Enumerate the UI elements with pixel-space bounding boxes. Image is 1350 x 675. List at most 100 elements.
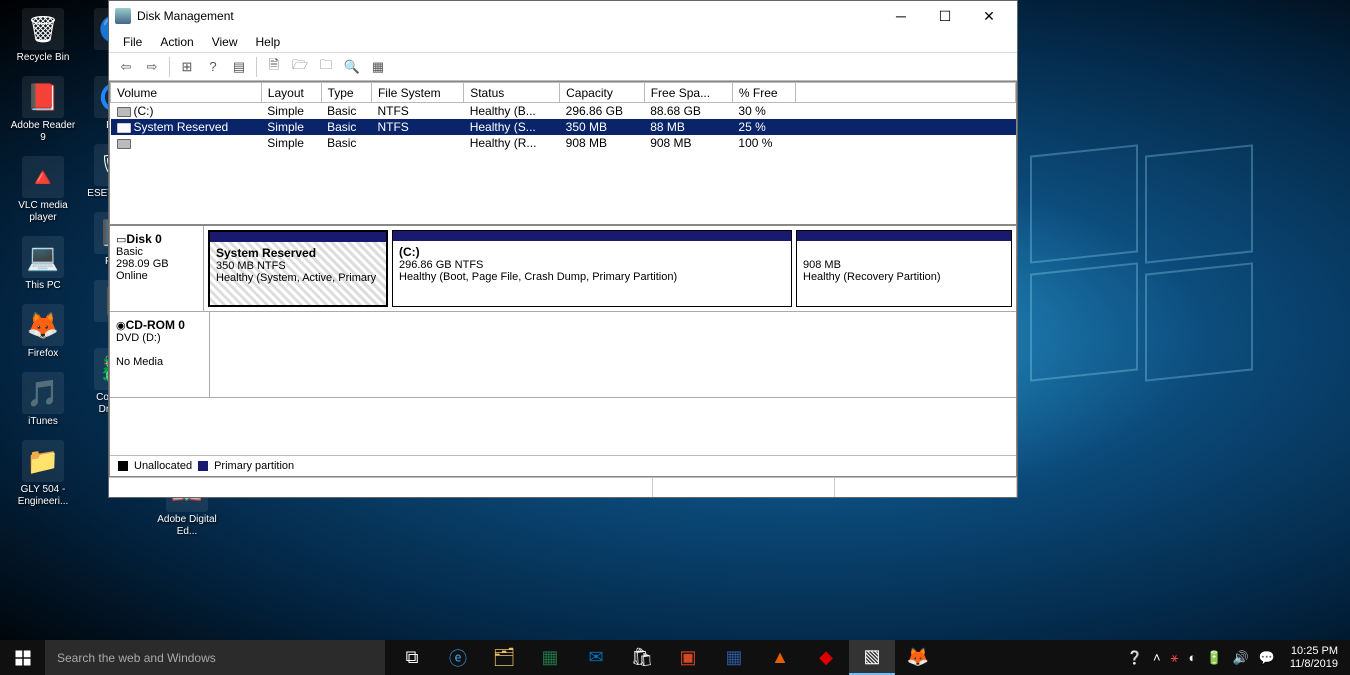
help-tray-icon[interactable]: ❔ — [1124, 650, 1146, 666]
desktop-icon-firefox[interactable]: 🦊Firefox — [8, 304, 78, 360]
volume-row[interactable]: SimpleBasicHealthy (R...908 MB908 MB100 … — [111, 135, 1016, 151]
settings-icon[interactable]: ▦ — [367, 56, 389, 78]
col-header[interactable]: Free Spa... — [644, 83, 732, 103]
wifi-icon[interactable]: ⚹ — [1168, 650, 1182, 666]
clock-date: 11/8/2019 — [1290, 658, 1338, 671]
disk-status: Online — [116, 270, 148, 282]
adobe-reader-icon[interactable]: ◆ — [803, 640, 849, 675]
edge-icon[interactable]: ⓔ — [435, 640, 481, 675]
vlc-icon[interactable]: ▲ — [757, 640, 803, 675]
desktop-icon-gly-504-engineeri-[interactable]: 📁GLY 504 - Engineeri... — [8, 440, 78, 508]
clock[interactable]: 10:25 PM 11/8/2019 — [1282, 645, 1346, 671]
taskbar: Search the web and Windows ⧉ ⓔ 🗂 ▦ ✉ 🛍 ▣… — [0, 640, 1350, 675]
disc-icon: ◉ — [116, 320, 126, 332]
disk-type: Basic — [116, 246, 143, 258]
col-header[interactable]: Type — [321, 83, 371, 103]
word-icon[interactable]: ▦ — [711, 640, 757, 675]
col-header[interactable]: File System — [371, 83, 463, 103]
rescan-icon[interactable]: 🗁 — [289, 56, 311, 78]
volume-row[interactable]: System ReservedSimpleBasicNTFSHealthy (S… — [111, 119, 1016, 135]
partition-status: Healthy (Recovery Partition) — [803, 271, 941, 283]
minimize-button[interactable]: ─ — [879, 2, 923, 30]
partition[interactable]: System Reserved350 MB NTFSHealthy (Syste… — [208, 230, 388, 307]
partition-status: Healthy (System, Active, Primary — [216, 272, 376, 284]
col-header[interactable]: % Free — [732, 83, 795, 103]
maximize-button[interactable]: ☐ — [923, 2, 967, 30]
attach-vhd-icon[interactable]: 🗀 — [315, 56, 337, 78]
legend-swatch-unallocated — [118, 461, 128, 471]
app-tray-icon[interactable]: ◐ — [1185, 650, 1199, 665]
menu-help[interactable]: Help — [248, 33, 289, 51]
firefox-icon[interactable]: 🦊 — [895, 640, 941, 675]
volume-list[interactable]: VolumeLayoutTypeFile SystemStatusCapacit… — [109, 81, 1017, 225]
app-icon — [115, 8, 131, 24]
detach-vhd-icon[interactable]: 🔍 — [341, 56, 363, 78]
show-hidden-icons[interactable]: ˄ — [1150, 650, 1164, 665]
partition-sub: 908 MB — [803, 259, 841, 271]
icon-label: GLY 504 - Engineeri... — [8, 484, 78, 508]
store-icon[interactable]: 🛍 — [619, 640, 665, 675]
partition-title: System Reserved — [216, 246, 316, 260]
desktop-icon-this-pc[interactable]: 💻 This PC — [8, 236, 78, 292]
volume-icon[interactable]: 🔊 — [1230, 650, 1252, 666]
partition-header — [210, 232, 386, 242]
cdrom-name: CD-ROM 0 — [126, 318, 185, 332]
nav-back-icon[interactable]: ⇦ — [115, 56, 137, 78]
icon-label: iTunes — [8, 416, 78, 428]
task-view-button[interactable]: ⧉ — [389, 640, 435, 675]
desktop-icon-itunes[interactable]: 🎵iTunes — [8, 372, 78, 428]
icon-label: Adobe Reader 9 — [8, 120, 78, 144]
partition-header — [797, 231, 1011, 241]
app-icon: 💻 — [22, 236, 64, 278]
icon-label: This PC — [8, 280, 78, 292]
desktop-icon-adobe-reader-9[interactable]: 📕Adobe Reader 9 — [8, 76, 78, 144]
legend-unallocated: Unallocated — [134, 460, 192, 472]
menu-action[interactable]: Action — [152, 33, 201, 51]
volume-row[interactable]: (C:)SimpleBasicNTFSHealthy (B...296.86 G… — [111, 103, 1016, 120]
action-center-icon[interactable]: 💬 — [1256, 650, 1278, 666]
menu-file[interactable]: File — [115, 33, 150, 51]
show-hide-console-icon[interactable]: ⊞ — [176, 56, 198, 78]
icon-label: Recycle Bin — [8, 52, 78, 64]
partition-title: (C:) — [399, 245, 420, 259]
nav-forward-icon[interactable]: ⇨ — [141, 56, 163, 78]
cdrom-sub: DVD (D:) — [116, 332, 161, 344]
desktop-icon-recycle-bin[interactable]: 🗑Recycle Bin — [8, 8, 78, 64]
help-icon[interactable]: ? — [202, 56, 224, 78]
search-box[interactable]: Search the web and Windows — [45, 640, 385, 675]
app-icon: 📕 — [22, 76, 64, 118]
col-header[interactable]: Capacity — [560, 83, 645, 103]
col-header[interactable]: Layout — [261, 83, 321, 103]
close-button[interactable]: ✕ — [967, 2, 1011, 30]
refresh-icon[interactable]: 🗎 — [263, 56, 285, 78]
excel-icon[interactable]: ▦ — [527, 640, 573, 675]
icon-label: VLC media player — [8, 200, 78, 224]
app-icon: 🔺 — [22, 156, 64, 198]
drive-icon — [117, 123, 131, 133]
desktop-icon-vlc-media-player[interactable]: 🔺VLC media player — [8, 156, 78, 224]
col-header[interactable]: Volume — [111, 83, 262, 103]
disk-size: 298.09 GB — [116, 258, 169, 270]
statusbar — [109, 477, 1017, 497]
file-explorer-icon[interactable]: 🗂 — [481, 640, 527, 675]
col-header[interactable] — [796, 83, 1016, 103]
disk-management-taskbar-icon[interactable]: ▧ — [849, 640, 895, 675]
legend: Unallocated Primary partition — [110, 455, 1016, 476]
col-header[interactable]: Status — [464, 83, 560, 103]
partition[interactable]: (C:)296.86 GB NTFSHealthy (Boot, Page Fi… — [392, 230, 792, 307]
app-icon: 🦊 — [22, 304, 64, 346]
powerpoint-icon[interactable]: ▣ — [665, 640, 711, 675]
titlebar[interactable]: Disk Management ─ ☐ ✕ — [109, 1, 1017, 31]
cdrom-info: ◉CD-ROM 0 DVD (D:) No Media — [110, 312, 210, 397]
disk-0-info: ▭Disk 0 Basic 298.09 GB Online — [110, 226, 204, 311]
menu-view[interactable]: View — [204, 33, 246, 51]
partition-sub: 296.86 GB NTFS — [399, 259, 483, 271]
outlook-icon[interactable]: ✉ — [573, 640, 619, 675]
cdrom-0-row[interactable]: ◉CD-ROM 0 DVD (D:) No Media — [110, 312, 1016, 398]
battery-icon[interactable]: 🔋 — [1203, 650, 1225, 666]
disk-0-row[interactable]: ▭Disk 0 Basic 298.09 GB Online System Re… — [110, 226, 1016, 312]
start-button[interactable] — [0, 640, 45, 675]
partition-status: Healthy (Boot, Page File, Crash Dump, Pr… — [399, 271, 677, 283]
properties-icon[interactable]: ▤ — [228, 56, 250, 78]
partition[interactable]: 908 MBHealthy (Recovery Partition) — [796, 230, 1012, 307]
